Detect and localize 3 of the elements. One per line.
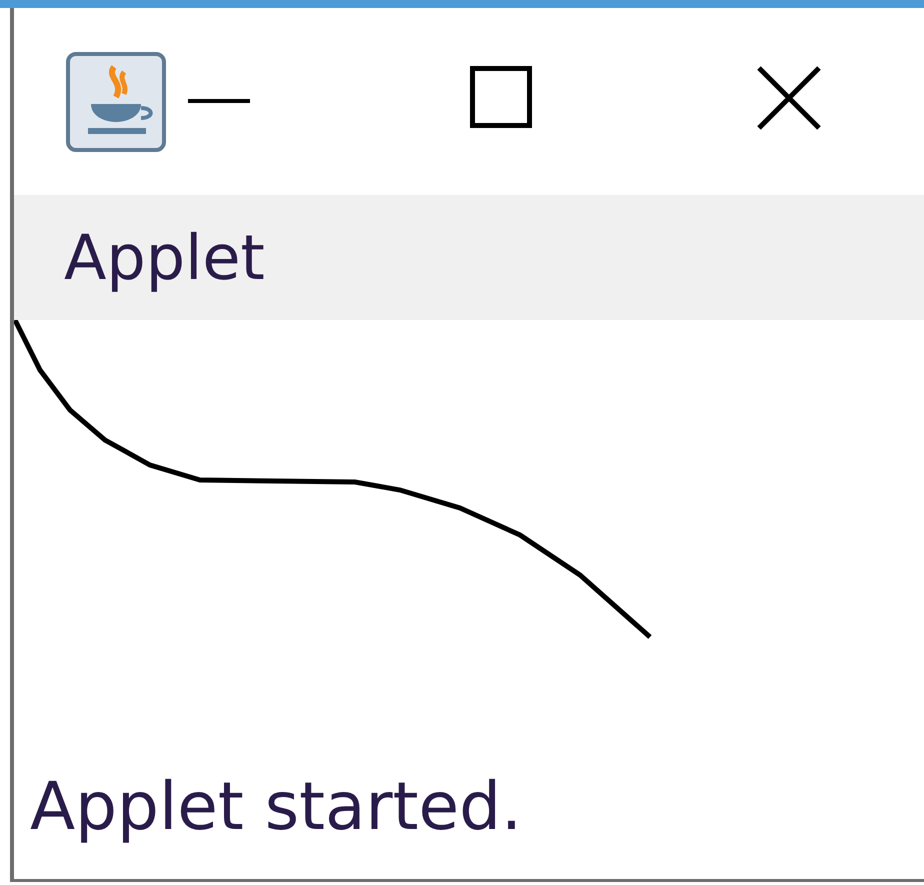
java-cup-icon — [66, 52, 166, 152]
maximize-icon[interactable] — [470, 66, 532, 128]
close-icon[interactable] — [757, 66, 821, 130]
